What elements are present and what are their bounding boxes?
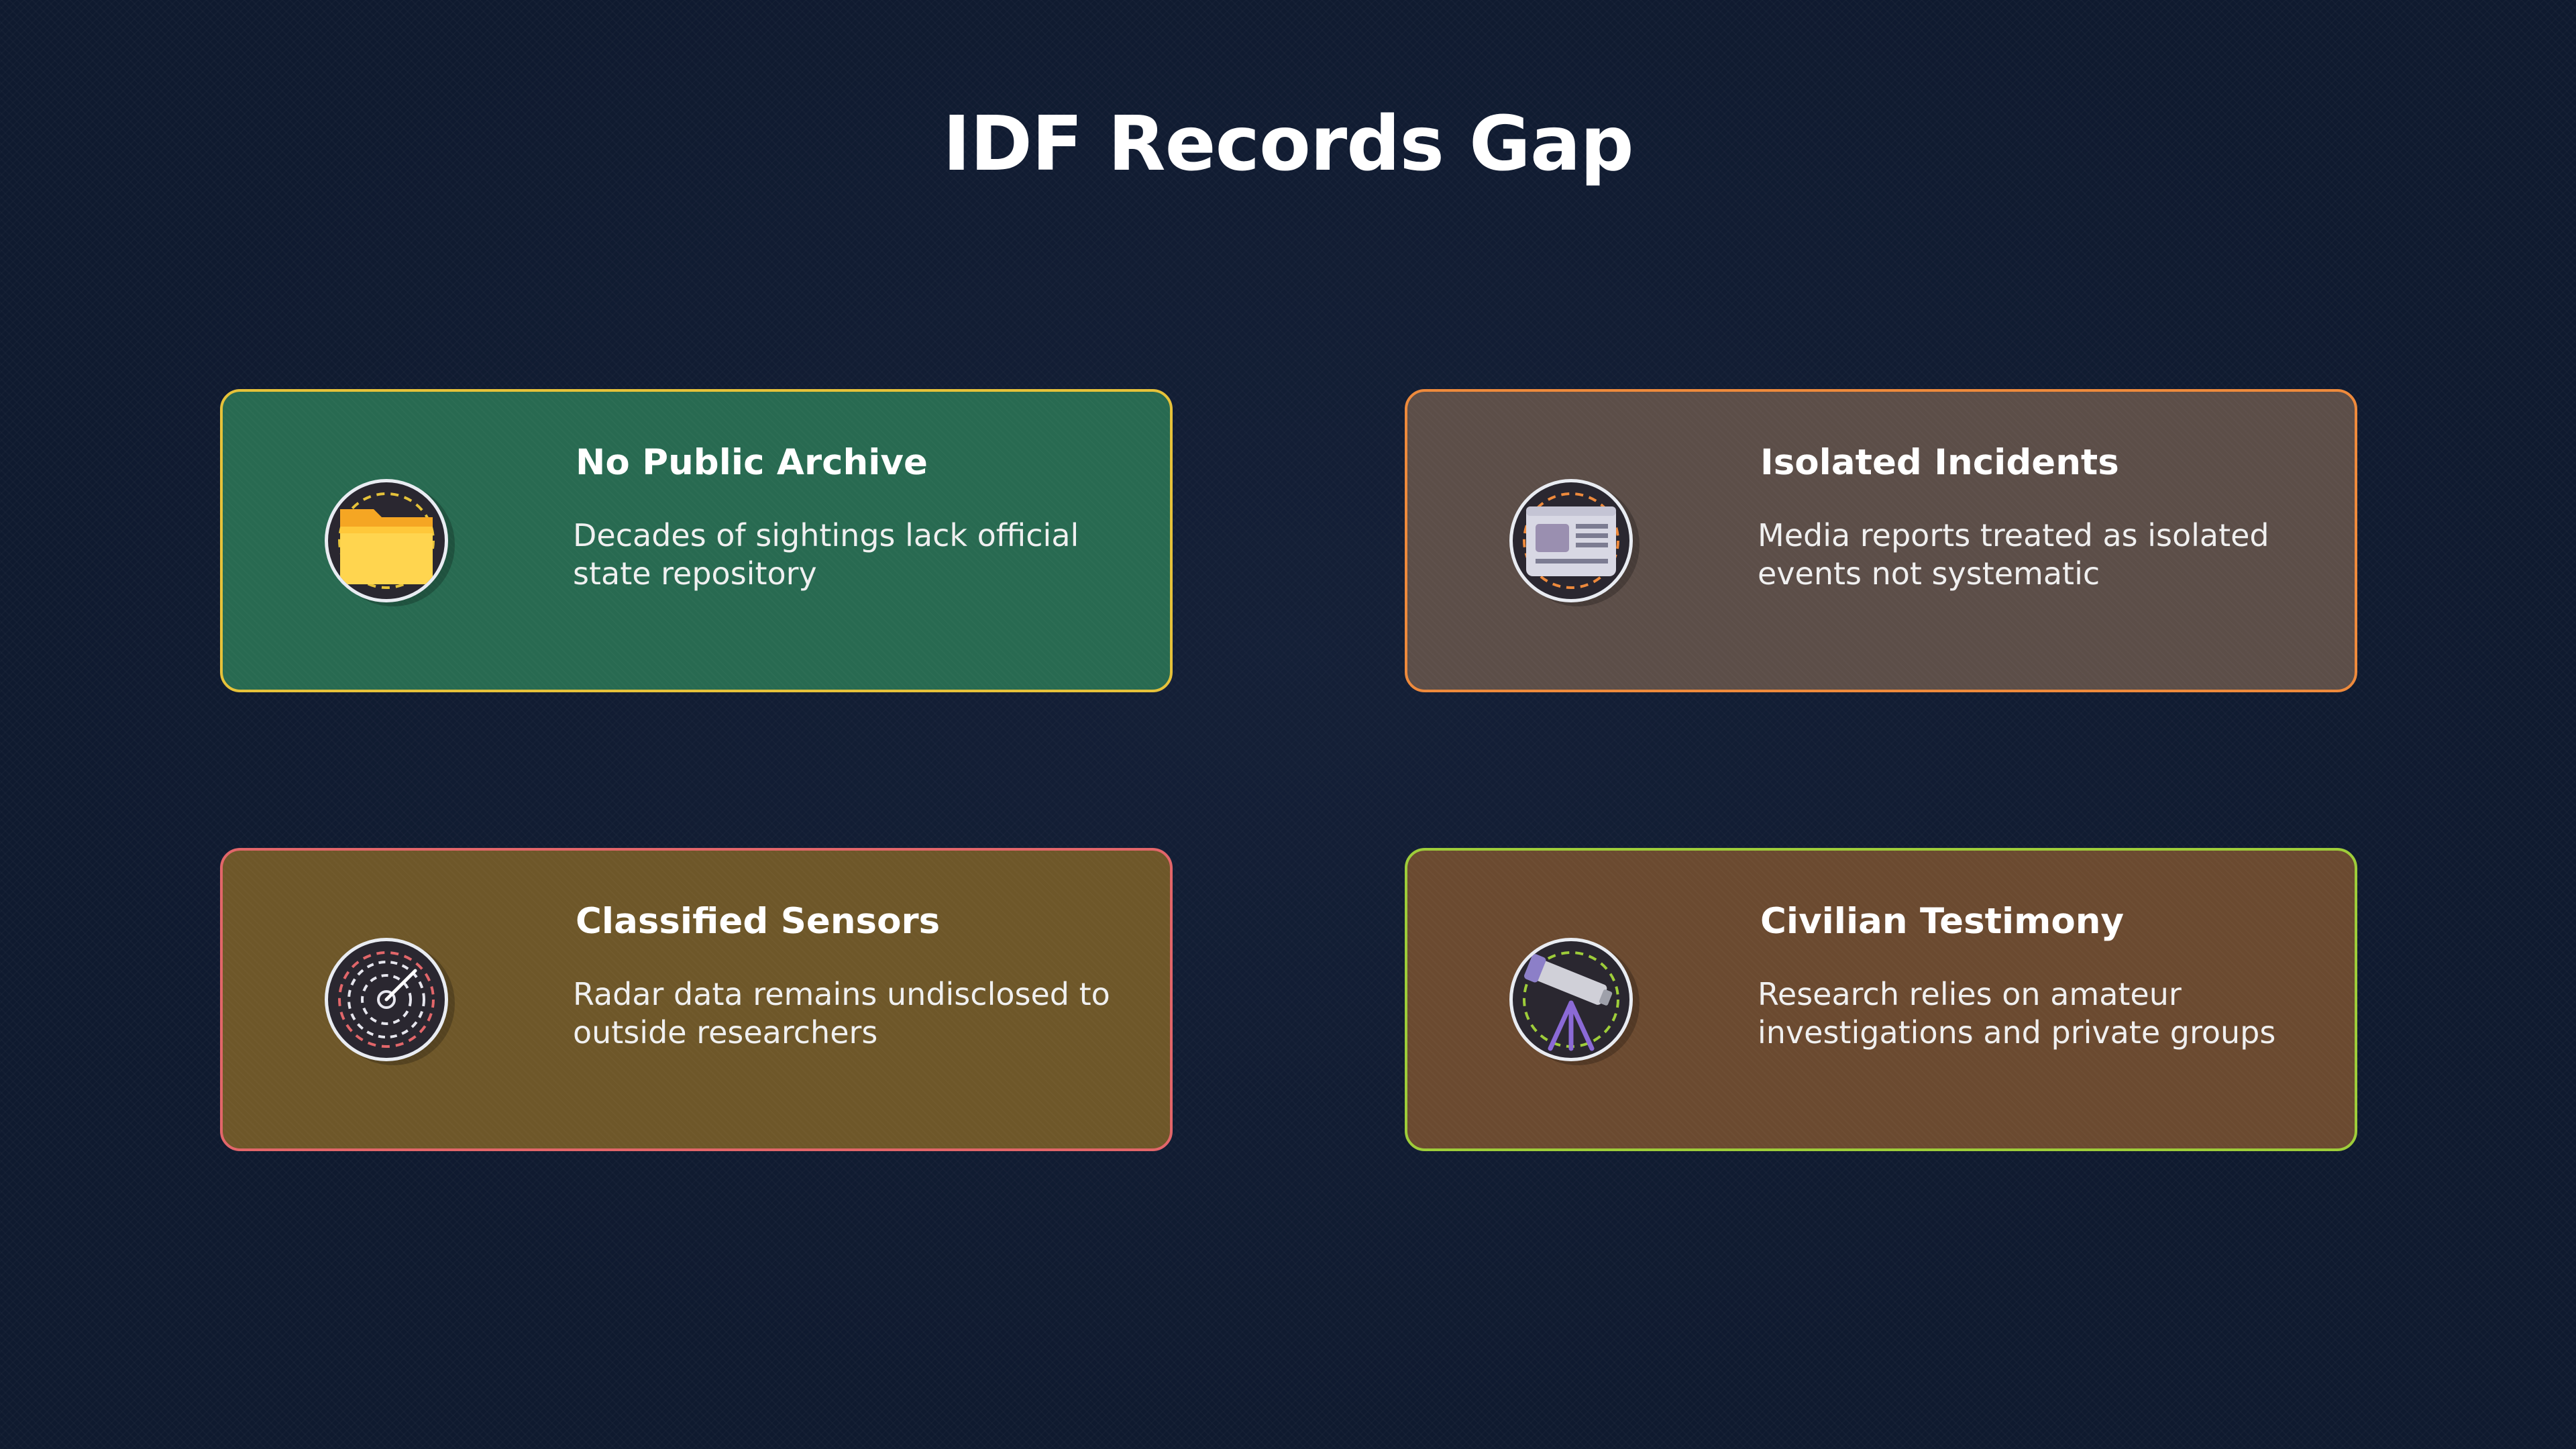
- newspaper-icon: [1509, 479, 1633, 602]
- card-description: Decades of sightings lack official state…: [573, 517, 1079, 592]
- card-title: No Public Archive: [576, 442, 928, 483]
- folder-icon: [325, 479, 448, 602]
- slide: IDF Records Gap No Public Archive Decade…: [0, 0, 2576, 1449]
- card-civilian-testimony: Civilian Testimony Research relies on am…: [1405, 848, 2357, 1151]
- card-no-public-archive: No Public Archive Decades of sightings l…: [220, 389, 1173, 692]
- card-description: Research relies on amateur investigation…: [1758, 976, 2276, 1051]
- slide-title: IDF Records Gap: [943, 101, 1633, 188]
- card-description: Media reports treated as isolated events…: [1758, 517, 2269, 592]
- card-classified-sensors: Classified Sensors Radar data remains un…: [220, 848, 1173, 1151]
- card-isolated-incidents: Isolated Incidents Media reports treated…: [1405, 389, 2357, 692]
- card-title: Classified Sensors: [576, 901, 941, 942]
- card-title: Civilian Testimony: [1760, 901, 2125, 942]
- card-description: Radar data remains undisclosed to outsid…: [573, 976, 1110, 1051]
- telescope-icon: [1509, 938, 1633, 1061]
- card-title: Isolated Incidents: [1760, 442, 2119, 483]
- radar-icon: [325, 938, 448, 1061]
